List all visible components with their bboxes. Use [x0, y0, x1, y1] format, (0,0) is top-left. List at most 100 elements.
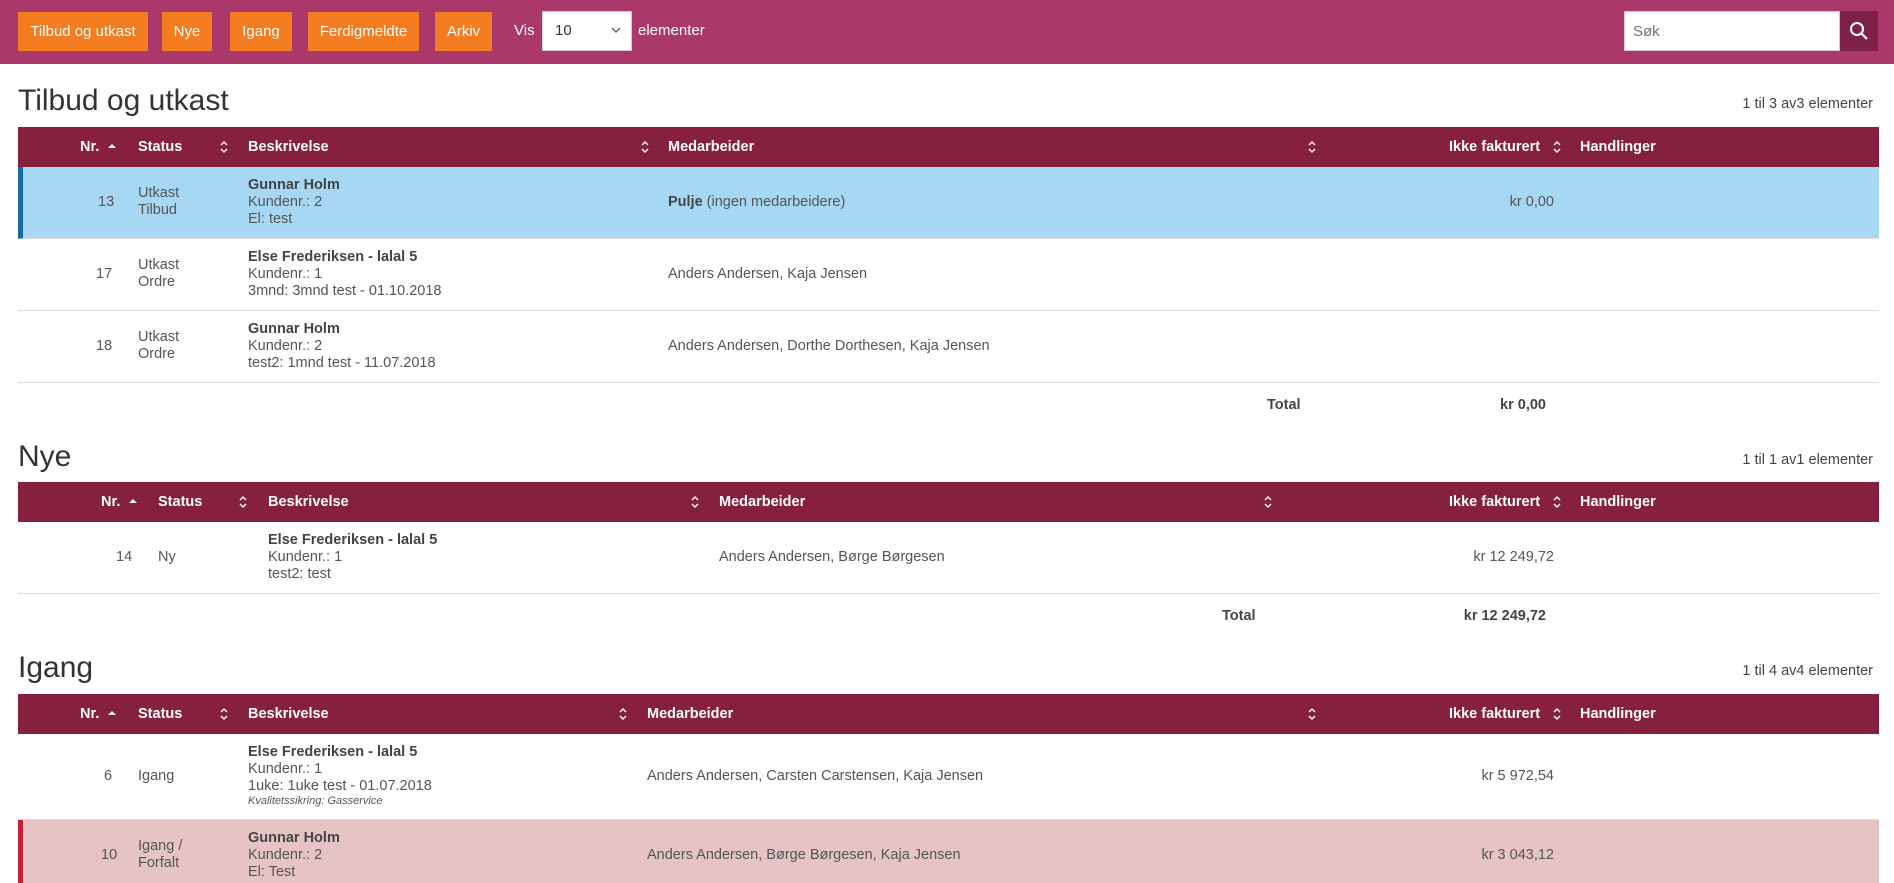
col-beskrivelse[interactable]: Beskrivelse — [268, 494, 349, 510]
tab-nye[interactable]: Nye — [162, 12, 212, 51]
row-status: Utkast — [138, 185, 180, 201]
sort-icon[interactable] — [1263, 494, 1273, 510]
sort-asc-icon[interactable] — [107, 139, 117, 155]
total-label: Total — [1222, 608, 1256, 624]
sort-icon[interactable] — [1552, 139, 1562, 155]
row-note: Kvalitetssikring: Gasservice — [248, 795, 383, 807]
sort-icon[interactable] — [219, 706, 229, 722]
table-row[interactable]: 13 Utkast Tilbud Gunnar Holm Kundenr.: 2… — [18, 167, 1879, 239]
row-medarbeider: Anders Andersen, Dorthe Dorthesen, Kaja … — [668, 338, 990, 354]
row-customer[interactable]: Else Frederiksen - lalal 5 — [248, 249, 417, 265]
row-nr: 6 — [104, 768, 113, 784]
row-nr: 13 — [98, 194, 115, 210]
row-desc: El: Test — [248, 864, 296, 880]
search-input[interactable] — [1624, 11, 1840, 51]
table-header-igang: Nr. Status Beskrivelse Medarbeider Ikke … — [18, 694, 1879, 734]
row-status: Tilbud — [138, 202, 177, 218]
sort-icon[interactable] — [1307, 706, 1317, 722]
row-desc: El: test — [248, 211, 293, 227]
col-status[interactable]: Status — [138, 139, 182, 155]
row-customer[interactable]: Gunnar Holm — [248, 177, 340, 193]
row-medarbeider: Anders Andersen, Børge Børgesen, Kaja Je… — [647, 847, 961, 863]
row-medarbeider: Pulje (ingen medarbeidere) — [668, 194, 845, 210]
row-medarbeider: Anders Andersen, Børge Børgesen — [719, 549, 945, 565]
row-nr: 10 — [101, 847, 118, 863]
sort-icon[interactable] — [219, 139, 229, 155]
row-kundenr: Kundenr.: 2 — [248, 338, 323, 354]
row-medarbeider: Anders Andersen, Kaja Jensen — [668, 266, 868, 282]
section-count-tilbud: 1 til 3 av3 elementer — [1742, 96, 1873, 112]
table-header-nye: Nr. Status Beskrivelse Medarbeider Ikke … — [18, 482, 1879, 522]
search-icon — [1850, 22, 1868, 40]
row-status: Ny — [158, 549, 176, 565]
row-desc: 1uke: 1uke test - 01.07.2018 — [248, 778, 432, 794]
col-ikke-fakturert[interactable]: Ikke fakturert — [1449, 706, 1540, 722]
sort-icon[interactable] — [1552, 706, 1562, 722]
col-nr[interactable]: Nr. — [80, 139, 99, 155]
col-status[interactable]: Status — [158, 494, 202, 510]
col-medarbeider[interactable]: Medarbeider — [647, 706, 733, 722]
search-button[interactable] — [1840, 11, 1878, 51]
table-row[interactable]: 17 Utkast Ordre Else Frederiksen - lalal… — [18, 239, 1879, 311]
total-label: Total — [1267, 397, 1301, 413]
col-nr[interactable]: Nr. — [80, 706, 99, 722]
sort-asc-icon[interactable] — [128, 494, 138, 510]
table-row[interactable]: 10 Igang / Forfalt Gunnar Holm Kundenr.:… — [18, 820, 1879, 883]
sort-icon[interactable] — [1307, 139, 1317, 155]
total-value: kr 12 249,72 — [1463, 608, 1546, 624]
row-customer[interactable]: Gunnar Holm — [248, 830, 340, 846]
sort-icon[interactable] — [690, 494, 700, 510]
sort-icon[interactable] — [640, 139, 650, 155]
pulje-label: Pulje — [668, 194, 703, 210]
col-ikke-fakturert[interactable]: Ikke fakturert — [1449, 139, 1540, 155]
row-customer[interactable]: Else Frederiksen - lalal 5 — [268, 532, 437, 548]
table-header-tilbud: Nr. Status Beskrivelse Medarbeider Ikke … — [18, 127, 1879, 167]
col-ikke-fakturert[interactable]: Ikke fakturert — [1449, 494, 1540, 510]
row-kundenr: Kundenr.: 2 — [248, 847, 323, 863]
row-customer[interactable]: Else Frederiksen - lalal 5 — [248, 744, 417, 760]
col-medarbeider[interactable]: Medarbeider — [719, 494, 805, 510]
table-row[interactable]: 14 Ny Else Frederiksen - lalal 5 Kundenr… — [18, 522, 1879, 594]
vis-label: Vis — [514, 22, 535, 39]
row-kundenr: Kundenr.: 1 — [248, 761, 323, 777]
row-kundenr: Kundenr.: 1 — [268, 549, 343, 565]
row-medarbeider: Anders Andersen, Carsten Carstensen, Kaj… — [647, 768, 984, 784]
table-row[interactable]: 6 Igang Else Frederiksen - lalal 5 Kunde… — [18, 734, 1879, 820]
row-status: Ordre — [138, 346, 176, 362]
tab-ferdigmeldte[interactable]: Ferdigmeldte — [308, 12, 419, 51]
row-nr: 14 — [116, 549, 133, 565]
row-status: Igang — [138, 768, 175, 784]
pulje-note: (ingen medarbeidere) — [702, 194, 846, 210]
row-desc: test2: 1mnd test - 11.07.2018 — [248, 355, 436, 371]
tab-tilbud-og-utkast[interactable]: Tilbud og utkast — [18, 12, 148, 51]
page-size-select[interactable]: 10 — [542, 11, 632, 51]
row-status: Ordre — [138, 274, 176, 290]
table-row[interactable]: 18 Utkast Ordre Gunnar Holm Kundenr.: 2 … — [18, 311, 1879, 383]
col-medarbeider[interactable]: Medarbeider — [668, 139, 754, 155]
tab-igang[interactable]: Igang — [230, 12, 292, 51]
top-toolbar: Tilbud og utkast Nye Igang Ferdigmeldte … — [0, 0, 1894, 64]
col-beskrivelse[interactable]: Beskrivelse — [248, 706, 329, 722]
sort-icon[interactable] — [618, 706, 628, 722]
col-beskrivelse[interactable]: Beskrivelse — [248, 139, 329, 155]
elementer-label: elementer — [638, 22, 705, 39]
sort-asc-icon[interactable] — [107, 706, 117, 722]
tab-arkiv[interactable]: Arkiv — [435, 12, 492, 51]
row-amount: kr 12 249,72 — [1473, 549, 1554, 565]
col-nr[interactable]: Nr. — [101, 494, 120, 510]
section-count-nye: 1 til 1 av1 elementer — [1742, 452, 1873, 468]
page-size-value: 10 — [555, 22, 572, 39]
col-status[interactable]: Status — [138, 706, 182, 722]
section-count-igang: 1 til 4 av4 elementer — [1742, 663, 1873, 679]
sort-icon[interactable] — [1552, 494, 1562, 510]
col-handlinger: Handlinger — [1580, 139, 1656, 155]
section-title-tilbud: Tilbud og utkast — [18, 84, 229, 117]
col-handlinger: Handlinger — [1580, 494, 1656, 510]
row-status: Forfalt — [138, 855, 180, 871]
row-status: Utkast — [138, 329, 180, 345]
section-title-igang: Igang — [18, 651, 94, 684]
row-nr: 17 — [96, 266, 113, 282]
sort-icon[interactable] — [238, 494, 248, 510]
row-customer[interactable]: Gunnar Holm — [248, 321, 340, 337]
row-amount: kr 3 043,12 — [1481, 847, 1554, 863]
